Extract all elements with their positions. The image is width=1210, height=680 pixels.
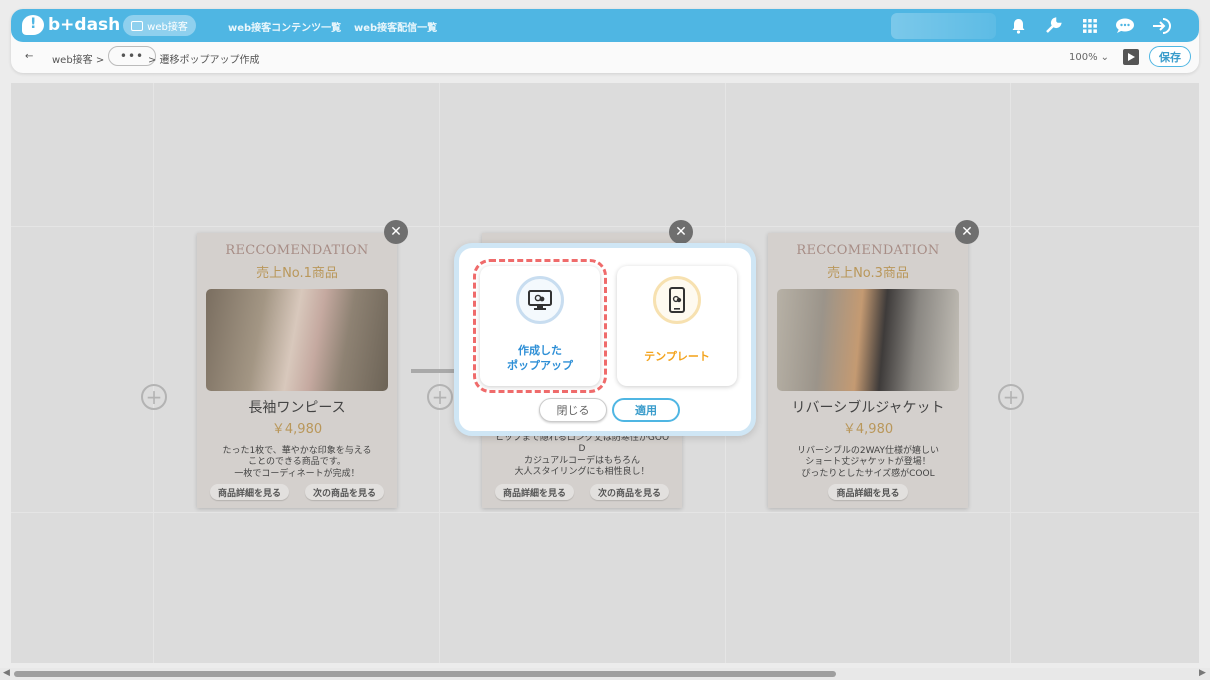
- wrench-icon[interactable]: [1043, 16, 1063, 36]
- card-rank: 売上No.3商品: [827, 266, 909, 281]
- desc-line: 大人スタイリングにも相性良し！: [514, 466, 650, 477]
- product-description: たった1枚で、華やかな印象を与える ことのできる商品です。 一枚でコーディネート…: [197, 446, 397, 480]
- web-service-icon: [131, 20, 144, 31]
- desc-line: ショート丈ジャケットが登場！: [805, 457, 931, 468]
- card-subtitle: RECCOMENDATION: [225, 243, 369, 258]
- card-subtitle: RECCOMENDATION: [796, 243, 940, 258]
- card-1-close-icon[interactable]: ✕: [384, 220, 408, 244]
- card-3-close-icon[interactable]: ✕: [955, 220, 979, 244]
- nav-web-service[interactable]: web接客: [123, 15, 196, 36]
- breadcrumb: ← web接客 > ••• > 遷移ポップアップ作成 100% ⌄ 保存: [11, 45, 1199, 69]
- chevron-down-icon: ⌄: [1100, 51, 1109, 63]
- app-logo[interactable]: b+dash: [22, 14, 120, 36]
- desc-line: 一枚でコーディネートが完成！: [234, 468, 360, 479]
- product-image: [777, 289, 959, 391]
- product-name: 長袖ワンピース: [248, 400, 346, 416]
- product-detail-button[interactable]: 商品詳細を見る: [209, 484, 289, 500]
- template-label: テンプレート: [644, 350, 710, 363]
- nav-web-service-label: web接客: [147, 22, 188, 33]
- created-popup-option[interactable]: 作成した ポップアップ: [473, 259, 607, 393]
- desc-line: ことのできる商品です。: [248, 457, 346, 468]
- logo-icon: [22, 15, 44, 35]
- header-bar: b+dash web接客 web接客コンテンツ一覧 web接客配信一覧: [11, 9, 1199, 42]
- apply-button[interactable]: 適用: [612, 398, 680, 422]
- product-detail-button[interactable]: 商品詳細を見る: [494, 484, 574, 500]
- created-popup-label-line1: 作成した: [518, 344, 562, 357]
- desc-line: リバーシブルの2WAY仕様が嬉しい: [797, 446, 939, 456]
- popup-type-dialog: 作成した ポップアップ テンプレート 閉じる 適用: [454, 243, 756, 436]
- desc-line: たった1枚で、華やかな印象を与える: [222, 446, 372, 456]
- breadcrumb-root[interactable]: web接客 >: [52, 51, 104, 66]
- add-card-middle-icon[interactable]: +: [427, 384, 453, 410]
- card-2-close-icon[interactable]: ✕: [669, 220, 693, 244]
- created-popup-label-line2: ポップアップ: [507, 358, 573, 372]
- smartphone-icon: [653, 276, 701, 324]
- recommend-card-1[interactable]: RECCOMENDATION 売上No.1商品 長袖ワンピース ￥4,980 た…: [197, 233, 397, 508]
- product-image: [206, 289, 388, 391]
- grid-line: [11, 226, 1199, 227]
- product-detail-button[interactable]: 商品詳細を見る: [828, 484, 908, 500]
- nav-content-list[interactable]: web接客コンテンツ一覧: [228, 19, 341, 34]
- desc-line: カジュアルコーデはもちろん: [524, 455, 640, 466]
- grid-line: [153, 83, 154, 663]
- product-description: リバーシブルの2WAY仕様が嬉しい ショート丈ジャケットが登場！ ぴったりとした…: [768, 446, 968, 480]
- breadcrumb-current: > 遷移ポップアップ作成: [148, 55, 260, 66]
- product-price: ￥4,980: [842, 422, 894, 437]
- grid-line: [11, 512, 1199, 513]
- scrollbar-thumb[interactable]: [14, 671, 836, 677]
- next-product-button[interactable]: 次の商品を見る: [590, 484, 670, 500]
- grid-icon[interactable]: [1080, 16, 1100, 36]
- logo-text: b+dash: [48, 15, 121, 35]
- product-name: リバーシブルジャケット: [791, 400, 945, 416]
- desc-line: D: [578, 444, 586, 455]
- grid-line: [439, 83, 440, 663]
- template-option[interactable]: テンプレート: [617, 266, 737, 386]
- product-price: ￥4,980: [271, 422, 323, 437]
- header: b+dash web接客 web接客コンテンツ一覧 web接客配信一覧 ← we…: [11, 9, 1199, 73]
- card-connector: [411, 369, 455, 373]
- back-arrow-icon[interactable]: ←: [25, 51, 33, 62]
- add-card-right-icon[interactable]: +: [998, 384, 1024, 410]
- add-card-left-icon[interactable]: +: [141, 384, 167, 410]
- zoom-value: 100%: [1069, 51, 1098, 63]
- desc-line: ぴったりとしたサイズ感がCOOL: [801, 468, 935, 479]
- user-info-blurred: [891, 13, 996, 39]
- zoom-select[interactable]: 100% ⌄: [1041, 48, 1111, 66]
- grid-line: [1010, 83, 1011, 663]
- logout-icon[interactable]: [1152, 16, 1172, 36]
- close-button[interactable]: 閉じる: [539, 398, 607, 422]
- card-rank: 売上No.1商品: [256, 266, 338, 281]
- scroll-left-icon[interactable]: ◀: [3, 668, 10, 678]
- desktop-icon: [516, 276, 564, 324]
- chat-icon[interactable]: [1115, 16, 1135, 36]
- save-button[interactable]: 保存: [1149, 46, 1191, 67]
- bell-icon[interactable]: [1008, 16, 1028, 36]
- nav-delivery-list[interactable]: web接客配信一覧: [354, 19, 437, 34]
- scroll-right-icon[interactable]: ▶: [1199, 668, 1206, 678]
- product-description: ヒップまで隠れるロング丈は防寒性がGOO D カジュアルコーデはもちろん 大人ス…: [482, 433, 682, 478]
- next-product-button[interactable]: 次の商品を見る: [305, 484, 385, 500]
- recommend-card-3[interactable]: RECCOMENDATION 売上No.3商品 リバーシブルジャケット ￥4,9…: [768, 233, 968, 508]
- preview-play-button[interactable]: [1123, 49, 1139, 65]
